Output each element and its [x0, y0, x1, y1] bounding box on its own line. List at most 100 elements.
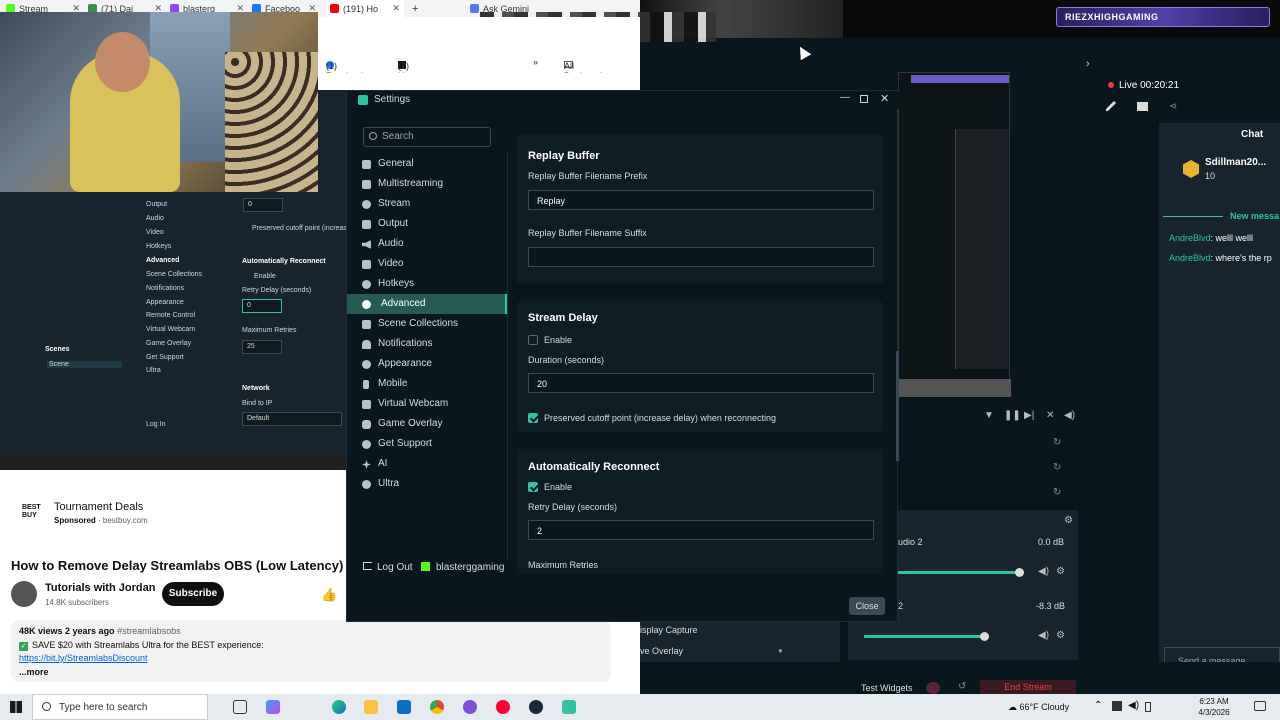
sidebar-item-general[interactable]: General: [347, 154, 507, 174]
steam-icon[interactable]: [529, 700, 543, 714]
network-icon[interactable]: [1112, 701, 1122, 711]
volume-slider[interactable]: [898, 571, 1020, 574]
sidebar-item-notifications[interactable]: Notifications: [347, 334, 507, 354]
sidebar-item-multistreaming[interactable]: Multistreaming: [347, 174, 507, 194]
mini-bind-label: Bind to IP: [242, 400, 273, 407]
sidebar-item-output[interactable]: Output: [347, 214, 507, 234]
browser-tab[interactable]: (191) Ho ✕: [326, 0, 404, 17]
preserve-cutoff-label[interactable]: Preserved cutoff point (increase delay) …: [544, 413, 776, 423]
sidebar-item-stream[interactable]: Stream: [347, 194, 507, 214]
logout-link[interactable]: Log Out: [363, 562, 413, 573]
battery-icon[interactable]: [1145, 702, 1151, 712]
sidebar-item-virtual-webcam[interactable]: Virtual Webcam: [347, 394, 507, 414]
sidebar-item-mobile[interactable]: Mobile: [347, 374, 507, 394]
settings-content: Replay Buffer Replay Buffer Filename Pre…: [517, 134, 885, 574]
file-explorer-icon[interactable]: [364, 700, 378, 714]
replay-prefix-input[interactable]: Replay: [528, 190, 874, 210]
minimize-icon[interactable]: —: [840, 92, 850, 103]
hashtag[interactable]: #streamlabsobs: [117, 626, 181, 636]
mute-icon[interactable]: ◀): [1038, 630, 1049, 641]
close-icon[interactable]: ✕: [880, 92, 889, 105]
windows-start-icon[interactable]: [10, 701, 22, 713]
filter-icon[interactable]: ▼: [984, 410, 994, 421]
refresh-icon[interactable]: ↻: [1053, 437, 1061, 448]
maximize-icon[interactable]: [860, 95, 868, 103]
app-icon[interactable]: [463, 700, 477, 714]
mini-network-title: Network: [242, 385, 270, 392]
refresh-icon[interactable]: ↻: [1053, 487, 1061, 498]
sidebar-item-ai[interactable]: AI: [347, 454, 507, 474]
replay-suffix-input[interactable]: [528, 247, 874, 267]
close-icon[interactable]: ✕: [392, 3, 400, 14]
retry-delay-input[interactable]: 2: [528, 520, 874, 540]
sidebar-item-appearance[interactable]: Appearance: [347, 354, 507, 374]
copilot-icon[interactable]: [266, 700, 280, 714]
mute-icon[interactable]: ◀): [1038, 566, 1049, 577]
mixer-settings-icon[interactable]: ⚙: [1064, 515, 1073, 526]
source-item[interactable]: ve Overlay: [640, 646, 683, 656]
sidebar-item-audio[interactable]: Audio: [347, 234, 507, 254]
mute-icon[interactable]: ✕: [1046, 410, 1054, 421]
volume-slider[interactable]: [864, 635, 984, 638]
end-stream-button[interactable]: End Stream: [980, 680, 1076, 694]
settings-search-input[interactable]: Search: [363, 127, 491, 147]
sidebar-item-game-overlay[interactable]: Game Overlay: [347, 414, 507, 434]
channel-name[interactable]: Tutorials with Jordan: [45, 582, 155, 594]
taskbar-search-input[interactable]: Type here to search: [32, 694, 208, 720]
sidebar-item-hotkeys[interactable]: Hotkeys: [347, 274, 507, 294]
subscribe-button[interactable]: Subscribe: [162, 582, 224, 606]
lock-icon[interactable]: ●: [778, 646, 783, 655]
edge-icon[interactable]: [332, 700, 346, 714]
sidebar-item-ultra[interactable]: Ultra: [347, 474, 507, 494]
chevron-right-icon[interactable]: »: [533, 57, 538, 67]
chat-username[interactable]: AndreBlvd: [1169, 253, 1211, 263]
section-title: Automatically Reconnect: [528, 461, 660, 473]
more-link[interactable]: ...more: [19, 667, 49, 677]
source-item[interactable]: isplay Capture: [640, 625, 698, 635]
channel-avatar[interactable]: [11, 581, 37, 607]
folder-icon[interactable]: [1137, 102, 1148, 111]
settings-icon[interactable]: ⚙: [1056, 566, 1065, 577]
mini-nav-item: Video: [146, 229, 164, 236]
next-icon[interactable]: ▶|: [1024, 410, 1034, 421]
volume-slider-handle[interactable]: [1015, 568, 1024, 577]
reconnect-enable-checkbox[interactable]: [528, 482, 538, 492]
ad-title[interactable]: Tournament Deals: [54, 501, 143, 513]
reconnect-enable-label[interactable]: Enable: [544, 482, 572, 492]
promo-link[interactable]: https://bit.ly/StreamlabsDiscount: [19, 653, 148, 663]
taskbar-clock[interactable]: 6:23 AM 4/3/2026: [1196, 696, 1232, 718]
sidebar-item-scene-collections[interactable]: Scene Collections: [347, 314, 507, 334]
delay-enable-checkbox[interactable]: [528, 335, 538, 345]
youtube-music-icon[interactable]: [496, 700, 510, 714]
sidebar-item-advanced[interactable]: Advanced: [347, 294, 507, 314]
streamlabs-icon[interactable]: [562, 700, 576, 714]
settings-icon[interactable]: ⚙: [1056, 630, 1065, 641]
delay-enable-label[interactable]: Enable: [544, 335, 572, 345]
sidebar-item-get-support[interactable]: Get Support: [347, 434, 507, 454]
delay-duration-input[interactable]: 20: [528, 373, 874, 393]
weather-widget[interactable]: ☁ 66°F Cloudy: [1008, 702, 1069, 713]
test-widgets-button[interactable]: Test Widgets: [861, 683, 913, 693]
mail-icon[interactable]: [397, 700, 411, 714]
content-scrollbar[interactable]: [896, 351, 899, 461]
sidebar-item-video[interactable]: Video: [347, 254, 507, 274]
like-icon[interactable]: 👍: [321, 587, 337, 603]
refresh-icon[interactable]: ↻: [1053, 462, 1061, 473]
notifications-icon[interactable]: [1254, 701, 1266, 711]
chrome-icon[interactable]: [430, 700, 444, 714]
pause-icon[interactable]: ❚❚: [1004, 410, 1021, 421]
tray-chevron-icon[interactable]: ⌃: [1094, 700, 1102, 711]
close-button[interactable]: Close: [849, 597, 885, 615]
collapse-arrow-icon[interactable]: ›: [1086, 58, 1090, 70]
task-view-icon[interactable]: [233, 700, 247, 714]
new-tab-button[interactable]: +: [408, 0, 422, 17]
volume-icon[interactable]: ◀): [1128, 700, 1139, 711]
record-icon[interactable]: [926, 682, 940, 694]
volume-icon[interactable]: ◀): [1064, 410, 1075, 421]
address-bar[interactable]: [318, 17, 640, 53]
replay-icon[interactable]: ↺: [958, 681, 966, 692]
preserve-cutoff-checkbox[interactable]: [528, 413, 538, 423]
share-icon[interactable]: ⋖: [1169, 101, 1177, 112]
volume-slider-handle[interactable]: [980, 632, 989, 641]
chat-username[interactable]: AndreBlvd: [1169, 233, 1211, 243]
